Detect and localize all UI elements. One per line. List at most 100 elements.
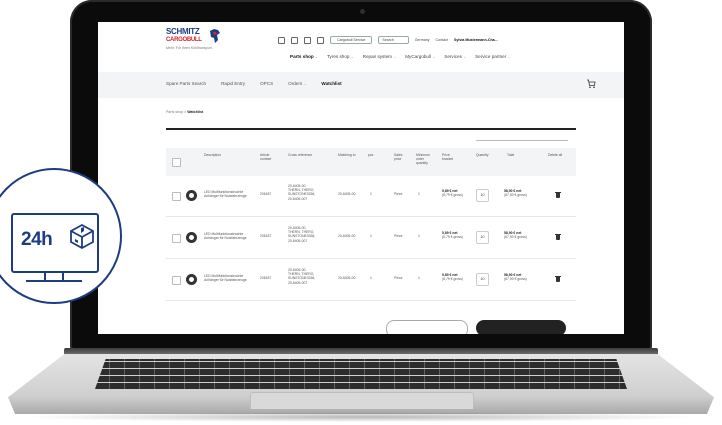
row-matching: 20-6405-00: [338, 192, 356, 196]
row-description[interactable]: LED Multifunktionsleuchte Anhänger für Nu…: [204, 232, 247, 240]
row-pcs: 1: [370, 192, 372, 196]
row-total: 58,90 € net (67,90 € gross): [504, 231, 527, 240]
person-icon[interactable]: [278, 36, 285, 44]
table-header: Description Article number Cross referen…: [166, 148, 576, 176]
tab-opcs[interactable]: OPCS: [260, 81, 273, 86]
product-thumbnail[interactable]: [186, 274, 197, 285]
row-price-unit: Piece: [394, 192, 403, 196]
row-article: 206187: [260, 276, 272, 280]
sub-nav: Spare Parts Search Rapid Entry OPCS Orde…: [98, 72, 624, 98]
row-pcs: 1: [370, 234, 372, 238]
tab-rapid-entry[interactable]: Rapid Entry: [221, 81, 245, 86]
monitor-stand: [44, 273, 64, 280]
search-input[interactable]: Search: [378, 36, 409, 44]
row-price: 5,89 € net (6,79 € gross): [442, 273, 463, 282]
row-article: 206187: [260, 192, 272, 196]
horse-logo-icon: [210, 29, 220, 43]
brand-tagline: Mehr. Für Ihren Kühltransport.: [166, 46, 213, 50]
th-moq: Minimum order quantity: [416, 153, 430, 165]
tab-watchlist[interactable]: Watchlist: [321, 81, 341, 86]
phone-icon[interactable]: [304, 36, 311, 44]
nav-services[interactable]: Services ⌄: [444, 54, 466, 59]
product-thumbnail[interactable]: [186, 232, 197, 243]
laptop-shadow: [20, 412, 702, 422]
monitor-icon: 24h: [11, 213, 99, 273]
row-price: 5,89 € net (6,79 € gross): [442, 189, 463, 198]
laptop-trackpad: [250, 392, 474, 409]
row-matching: 20-6405-00: [338, 276, 356, 280]
laptop-screen: SCHMITZ CARGOBULL Mehr. Für Ihren Kühltr…: [98, 22, 624, 334]
brand-sub: CARGOBULL: [166, 37, 202, 43]
th-total: Total: [507, 153, 515, 157]
row-checkbox[interactable]: [172, 234, 181, 243]
badge-label: 24h: [21, 229, 53, 250]
secondary-action-button[interactable]: [386, 320, 468, 334]
cart-icon[interactable]: [586, 79, 596, 89]
row-description[interactable]: LED Multifunktionsleuchte Anhänger für Nu…: [204, 190, 247, 198]
th-article: Article number: [260, 153, 272, 161]
laptop-keyboard: [95, 359, 627, 389]
nav-tyres-shop[interactable]: Tyres shop ⌄: [327, 54, 354, 59]
nav-service-partner[interactable]: Service partner ⌄: [475, 54, 510, 59]
row-description[interactable]: LED Multifunktionsleuchte Anhänger für Nu…: [204, 274, 247, 282]
breadcrumb: Parts shop > Watchlist: [166, 110, 204, 114]
row-checkbox[interactable]: [172, 192, 181, 201]
row-matching: 20-6405-00: [338, 234, 356, 238]
mail-icon[interactable]: [291, 36, 298, 44]
table-row: LED Multifunktionsleuchte Anhänger für Nu…: [166, 176, 576, 217]
row-moq: 1: [418, 234, 420, 238]
breadcrumb-current: Watchlist: [187, 110, 204, 114]
contact-link[interactable]: Contact: [436, 38, 448, 42]
row-price-unit: Piece: [394, 234, 403, 238]
brand-logo[interactable]: SCHMITZ CARGOBULL Mehr. Für Ihren Kühltr…: [166, 27, 236, 51]
product-thumbnail[interactable]: [186, 190, 197, 201]
row-article: 206187: [260, 234, 272, 238]
th-sales-price: Sales price: [394, 153, 403, 161]
main-nav: Parts shop ⌄ Tyres shop ⌄ Repair system …: [290, 54, 510, 59]
quantity-input[interactable]: 10: [476, 231, 489, 244]
row-cross-ref: 20-6405-00, THERN, THERO, SUNSTONE3336, 20-…: [288, 184, 316, 201]
table-row: LED Multifunktionsleuchte Anhänger für Nu…: [166, 218, 576, 259]
service-select[interactable]: Cargobull Service: [330, 36, 373, 44]
row-pcs: 1: [370, 276, 372, 280]
th-cross-ref: Cross reference: [288, 153, 313, 157]
th-pcs: pcs: [368, 153, 374, 157]
th-delete-all[interactable]: Delete all: [548, 153, 562, 157]
trash-icon[interactable]: [555, 275, 561, 282]
row-moq: 1: [418, 276, 420, 280]
primary-action-button[interactable]: [476, 320, 566, 334]
row-cross-ref: 20-6405-00, THERN, THERO, SUNSTONE3336, 20-…: [288, 226, 316, 243]
trash-icon[interactable]: [555, 233, 561, 240]
trash-icon[interactable]: [555, 191, 561, 198]
gear-icon[interactable]: [317, 36, 324, 44]
row-checkbox[interactable]: [172, 276, 181, 285]
row-price-unit: Piece: [394, 276, 403, 280]
row-cross-ref: 20-6405-00, THERN, THERO, SUNSTONE3336, 20-…: [288, 268, 316, 285]
site-header: SCHMITZ CARGOBULL Mehr. Für Ihren Kühltr…: [98, 22, 624, 73]
parcel-cube-icon: [70, 223, 94, 249]
row-total: 58,90 € net (67,90 € gross): [504, 189, 527, 198]
tab-spare-parts-search[interactable]: Spare Parts Search: [166, 81, 206, 86]
nav-repair-system[interactable]: Repair system ⌄: [363, 54, 397, 59]
th-matching: Matching to: [338, 153, 356, 157]
utility-bar: Cargobull Service Search Germany Contact…: [278, 36, 498, 44]
select-all-checkbox[interactable]: [172, 158, 181, 167]
nav-mycargobull[interactable]: MyCargobull ⌄: [405, 54, 435, 59]
row-total: 58,90 € net (67,90 € gross): [504, 273, 527, 282]
th-quantity: Quantity: [476, 153, 489, 157]
th-description: Description: [204, 153, 221, 157]
nav-parts-shop[interactable]: Parts shop ⌄: [290, 54, 318, 59]
tab-orders[interactable]: Orders ⌄: [288, 81, 306, 86]
filter-field[interactable]: [476, 134, 568, 141]
camera-dot: [360, 9, 365, 14]
section-divider: [166, 128, 576, 130]
brand-name: SCHMITZ: [166, 27, 200, 36]
quantity-input[interactable]: 10: [476, 189, 489, 202]
th-price-bracket: Price bracket: [442, 153, 454, 161]
monitor-foot: [26, 280, 82, 282]
quantity-input[interactable]: 10: [476, 273, 489, 286]
country-link[interactable]: Germany: [415, 38, 430, 42]
breadcrumb-home[interactable]: Parts shop: [166, 110, 183, 114]
row-price: 5,89 € net (6,79 € gross): [442, 231, 463, 240]
user-menu[interactable]: Sylvia Mustermann-Cha...: [454, 38, 498, 42]
